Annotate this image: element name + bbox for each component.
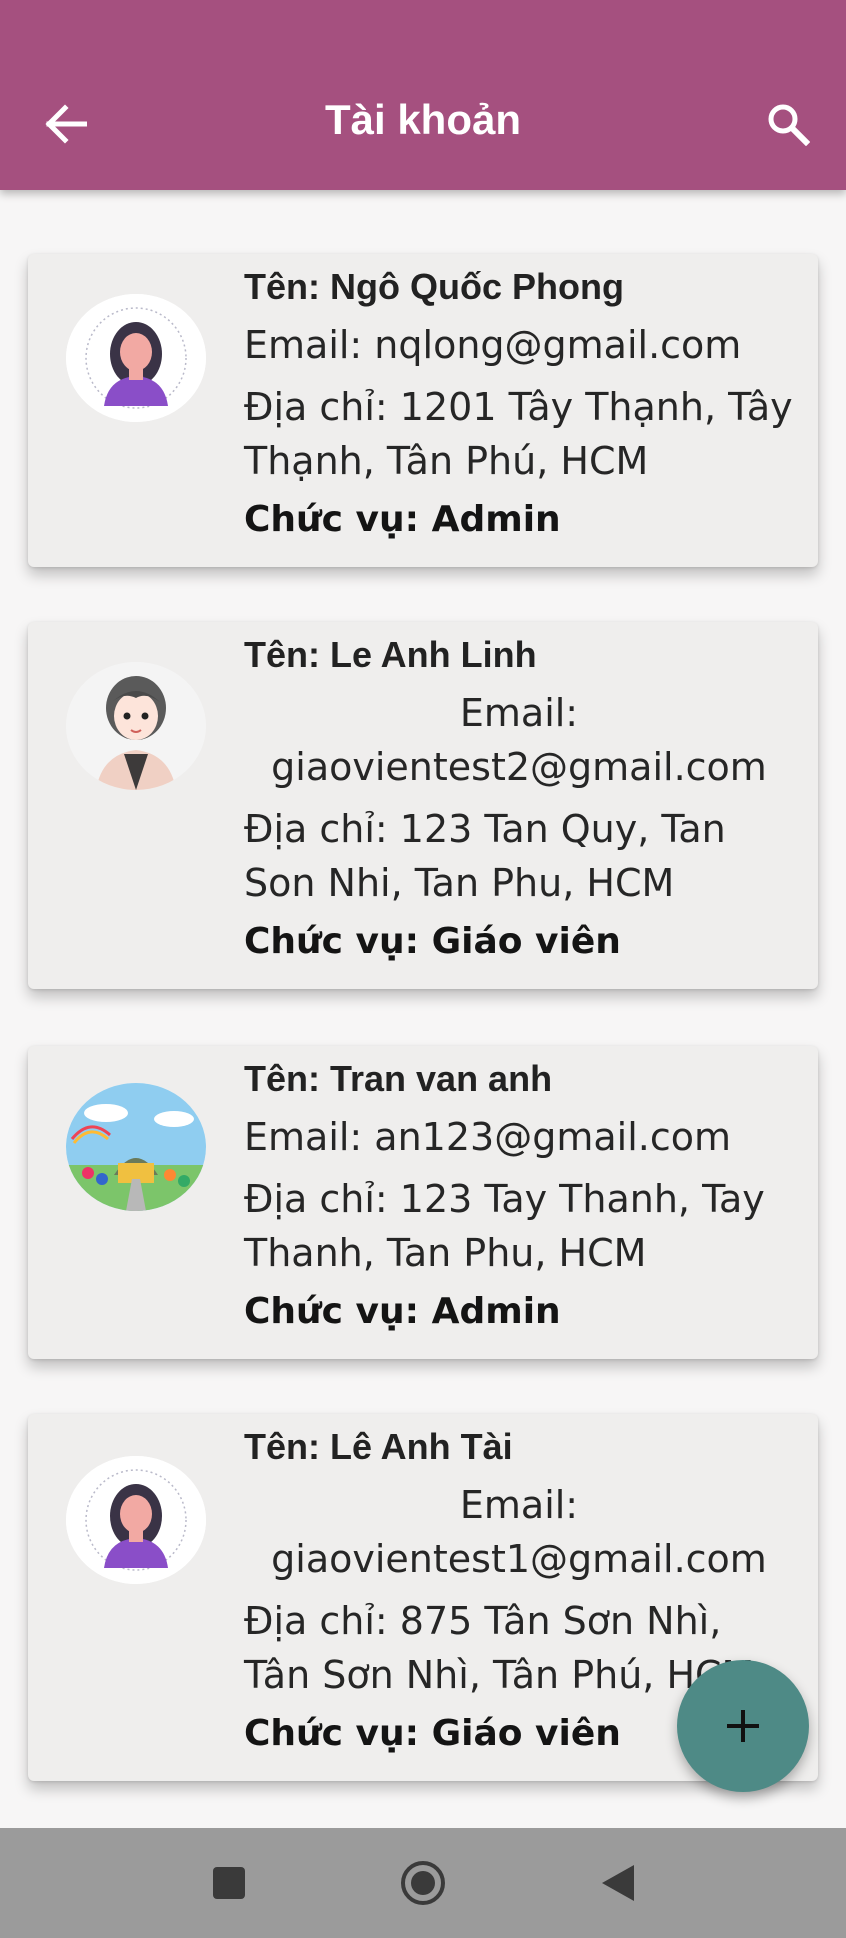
search-button[interactable]	[762, 98, 814, 150]
account-name: Tên: Lê Anh Tài	[244, 1426, 513, 1467]
account-role: Chức vụ: Giáo viên	[244, 921, 621, 962]
account-email: Email: giaovientest2@gmail.com	[271, 691, 767, 789]
home-button[interactable]	[393, 1853, 453, 1913]
account-name: Tên: Tran van anh	[244, 1058, 553, 1099]
page-title: Tài khoản	[324, 96, 522, 143]
account-address: Địa chỉ: 123 Tan Quy, Tan Son Nhi, Tan P…	[244, 807, 726, 905]
recents-button[interactable]	[199, 1853, 259, 1913]
woman-avatar-icon	[66, 294, 206, 422]
cartoon-teacher-avatar	[66, 662, 206, 790]
triangle-back-icon	[602, 1865, 634, 1901]
account-card[interactable]: Tên: Ngô Quốc Phong Email: nqlong@gmail.…	[28, 254, 818, 567]
account-email: Email: an123@gmail.com	[244, 1115, 731, 1159]
account-card[interactable]: Tên: Le Anh Linh Email: giaovientest2@gm…	[28, 622, 818, 989]
account-address: Địa chỉ: 1201 Tây Thạnh, Tây Thạnh, Tân …	[244, 385, 793, 483]
plus-icon	[727, 1710, 759, 1742]
app-bar: Tài khoản	[0, 0, 846, 190]
account-email: Email: nqlong@gmail.com	[244, 323, 742, 367]
nav-back-button[interactable]	[588, 1853, 648, 1913]
account-name: Tên: Ngô Quốc Phong	[244, 266, 624, 307]
account-address: Địa chỉ: 123 Tay Thanh, Tay Thanh, Tan P…	[244, 1177, 765, 1275]
circle-icon	[401, 1861, 445, 1905]
search-icon	[768, 104, 810, 146]
system-nav-bar	[0, 1828, 846, 1938]
square-icon	[213, 1867, 245, 1899]
account-role: Chức vụ: Admin	[244, 1291, 561, 1332]
account-card[interactable]: Tên: Tran van anh Email: an123@gmail.com…	[28, 1046, 818, 1359]
woman-avatar-icon	[66, 1456, 206, 1584]
account-role: Chức vụ: Admin	[244, 499, 561, 540]
add-account-button[interactable]	[677, 1660, 809, 1792]
account-email: Email: giaovientest1@gmail.com	[271, 1483, 767, 1581]
account-name: Tên: Le Anh Linh	[244, 634, 537, 675]
school-illustration-avatar	[66, 1083, 206, 1211]
